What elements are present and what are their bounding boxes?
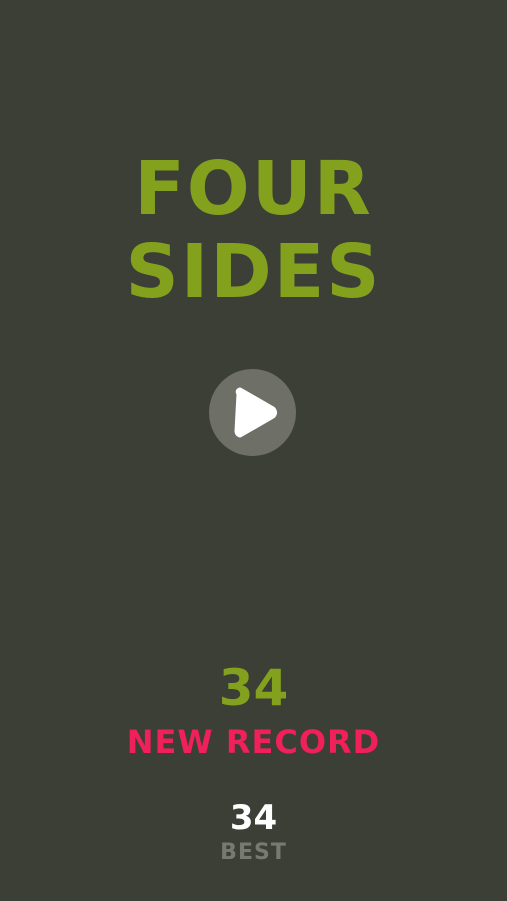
best-label: BEST: [220, 840, 287, 865]
current-score: 34: [218, 659, 289, 717]
game-title-line1: FOUR: [134, 146, 373, 232]
game-over-screen: FOUR SIDES 34 NEW RECORD 34 BEST: [0, 0, 507, 901]
game-title-line2: SIDES: [125, 229, 382, 315]
new-record-label: NEW RECORD: [126, 723, 381, 761]
best-score: 34: [229, 798, 278, 838]
play-button[interactable]: [209, 369, 296, 456]
play-icon: [234, 387, 277, 438]
